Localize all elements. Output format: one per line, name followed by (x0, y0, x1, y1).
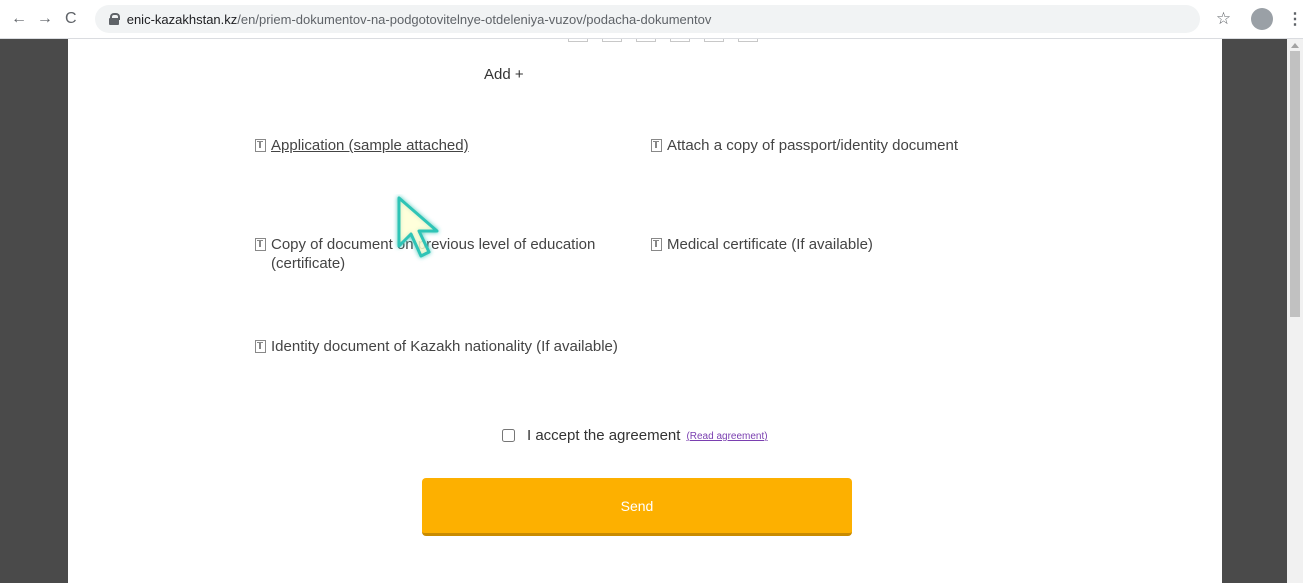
agreement-label: I accept the agreement (527, 427, 681, 444)
add-more-button[interactable]: Add + (484, 66, 524, 83)
upload-label: Attach a copy of passport/identity docum… (667, 137, 958, 154)
application-sample-link[interactable]: Application (sample attached) (271, 136, 469, 155)
upload-file-icon (255, 340, 266, 353)
upload-passport[interactable]: Attach a copy of passport/identity docum… (651, 136, 1051, 155)
address-bar[interactable]: enic-kazakhstan.kz /en/priem-dokumentov-… (94, 5, 1200, 33)
agreement-checkbox[interactable] (502, 429, 515, 442)
send-button[interactable]: Send (422, 478, 852, 536)
upload-medical-certificate[interactable]: Medical certificate (If available) (651, 235, 1011, 254)
upload-kazakh-identity[interactable]: Identity document of Kazakh nationality … (255, 337, 695, 356)
profile-avatar[interactable] (1251, 8, 1273, 30)
scroll-up-arrow-icon[interactable] (1291, 43, 1299, 48)
input-box (704, 39, 724, 42)
url-path: /en/priem-dokumentov-na-podgotovitelnye-… (237, 11, 712, 27)
page-viewport: Add + Application (sample attached) Atta… (0, 39, 1287, 583)
window-scrollbar[interactable] (1287, 39, 1303, 583)
page-margin-right (1222, 39, 1287, 583)
upload-label: Medical certificate (If available) (667, 236, 873, 253)
upload-label: Identity document of Kazakh nationality … (271, 338, 618, 355)
url-host: enic-kazakhstan.kz (126, 11, 238, 27)
mouse-pointer-icon (397, 196, 439, 258)
upload-file-icon (255, 238, 266, 251)
reload-icon[interactable]: C (61, 9, 81, 29)
input-box (670, 39, 690, 42)
menu-kebab-icon[interactable]: ⋮ (1287, 9, 1303, 29)
page-margin-left (0, 39, 68, 583)
input-box (568, 39, 588, 42)
input-box (738, 39, 758, 42)
lock-icon (108, 13, 120, 25)
agreement-row: I accept the agreement (Read agreement) (502, 427, 768, 444)
upload-file-icon (651, 139, 662, 152)
form-panel: Add + Application (sample attached) Atta… (68, 39, 1222, 583)
upload-application[interactable]: Application (sample attached) (255, 136, 615, 155)
input-box (602, 39, 622, 42)
bookmark-star-icon[interactable]: ☆ (1216, 9, 1231, 29)
upload-file-icon (651, 238, 662, 251)
input-box (636, 39, 656, 42)
browser-toolbar: ← → C enic-kazakhstan.kz /en/priem-dokum… (0, 0, 1303, 39)
arrow-left-icon[interactable]: ← (9, 9, 29, 29)
arrow-right-icon[interactable]: → (35, 9, 55, 29)
upload-file-icon (255, 139, 266, 152)
read-agreement-link[interactable]: (Read agreement) (686, 431, 767, 442)
previous-form-fields (568, 39, 758, 42)
scrollbar-thumb[interactable] (1290, 51, 1300, 317)
